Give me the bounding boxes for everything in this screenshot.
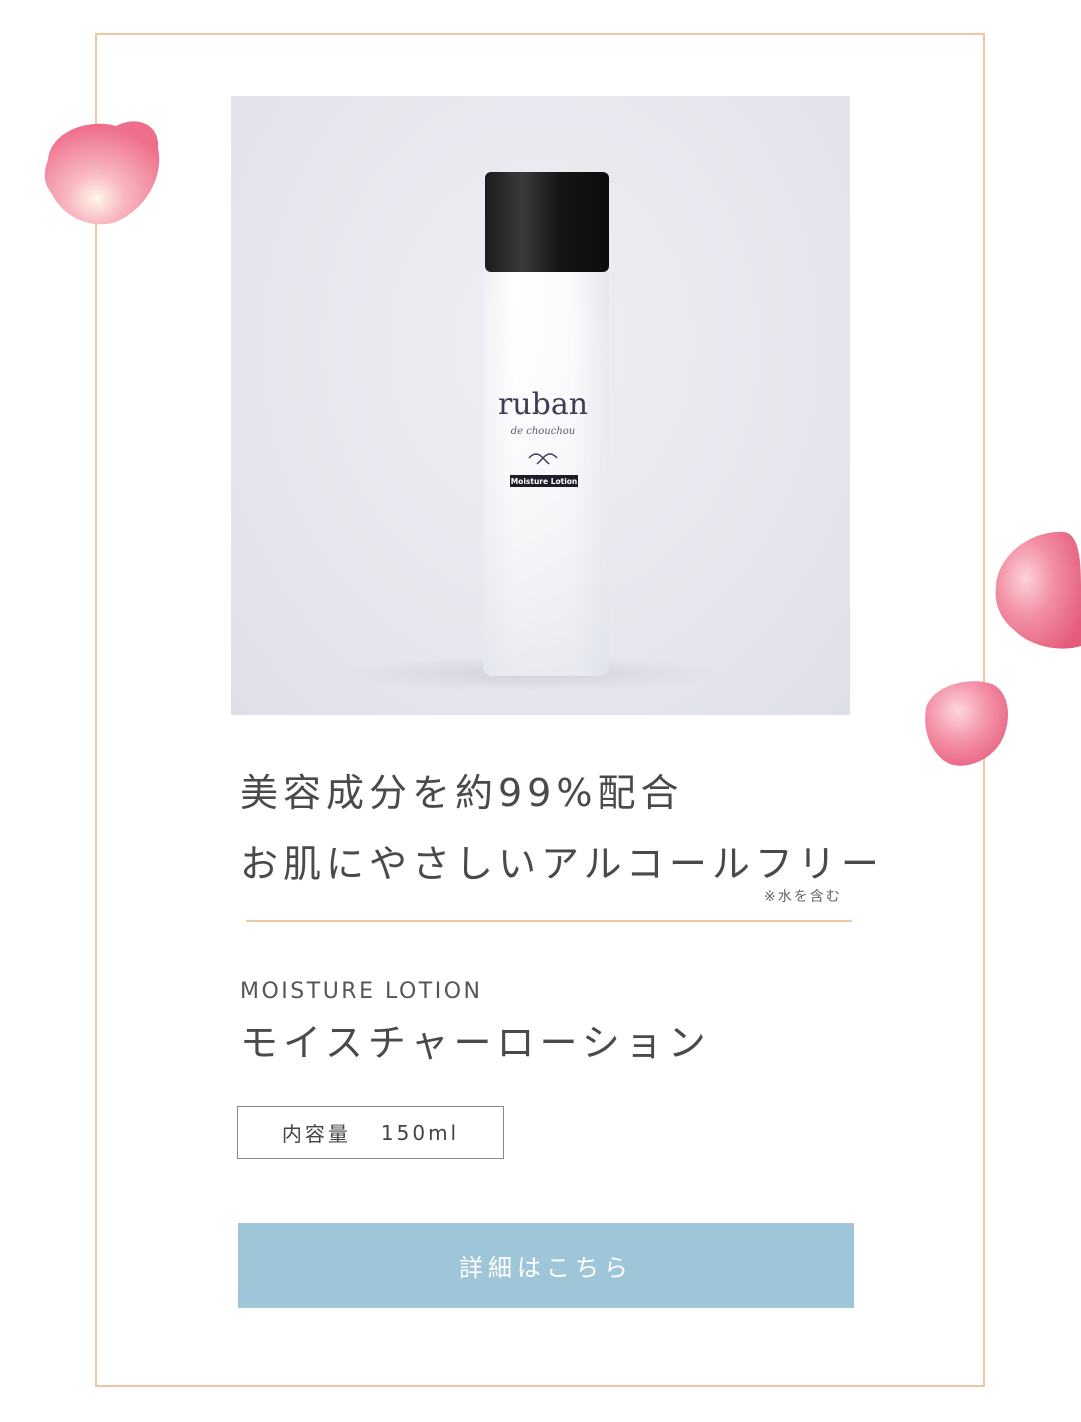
details-button[interactable]: 詳細はこちら <box>238 1223 854 1308</box>
rose-petal-icon <box>995 531 1081 649</box>
divider <box>246 920 852 922</box>
volume-value: 150ml <box>380 1120 460 1145</box>
bottle-brand: ruban <box>498 387 588 422</box>
product-photo: ruban de chouchou Moisture Lotion <box>231 96 850 715</box>
rose-petal-icon <box>925 681 1008 766</box>
rose-petal-icon <box>44 121 160 225</box>
bottle-sub-brand: de chouchou <box>511 426 576 437</box>
product-name-ja: モイスチャーローション <box>240 1021 711 1065</box>
bottle-label: Moisture Lotion <box>511 477 578 486</box>
details-button-label: 詳細はこちら <box>459 1254 633 1282</box>
footnote: ※水を含む <box>764 889 842 905</box>
volume-label: 内容量 <box>281 1122 351 1146</box>
volume-box: 内容量 150ml <box>237 1106 504 1159</box>
headline-line-2: お肌にやさしいアルコールフリー <box>240 842 884 886</box>
product-name-en: MOISTURE LOTION <box>240 979 483 1004</box>
headline-line-1: 美容成分を約99%配合 <box>240 771 684 815</box>
